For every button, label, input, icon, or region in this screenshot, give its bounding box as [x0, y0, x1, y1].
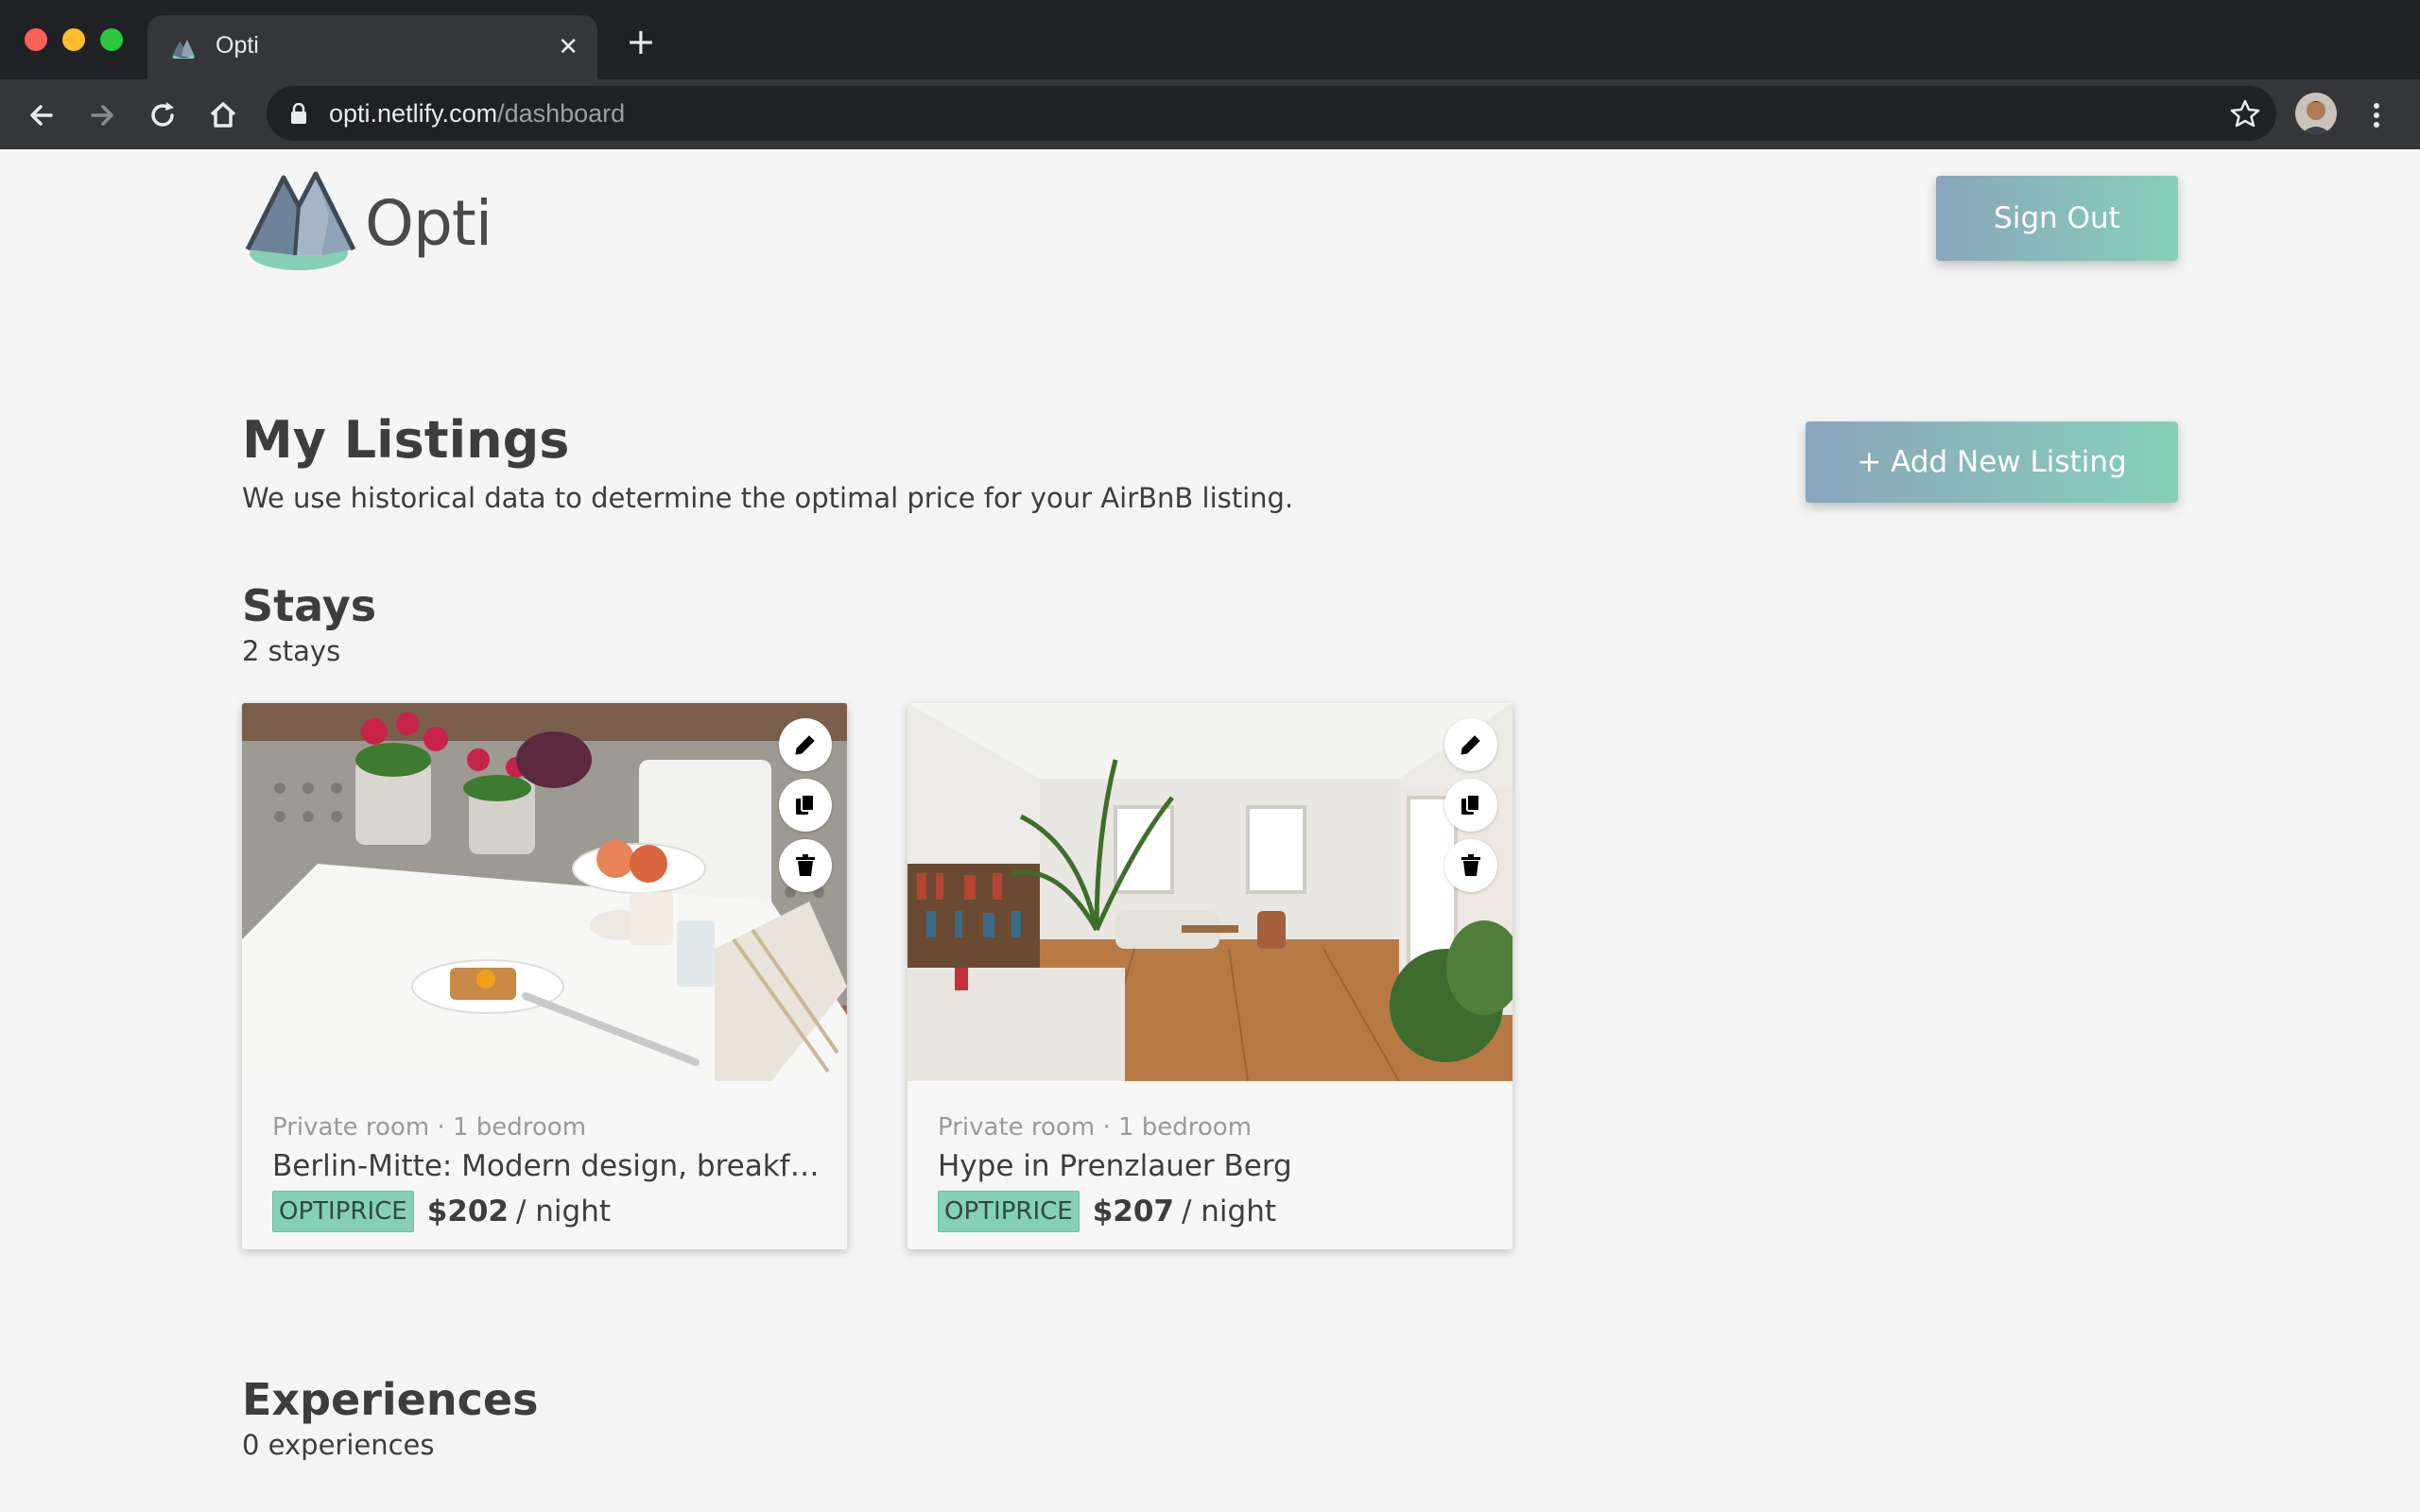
browser-toolbar: opti.netlify.com/dashboard [0, 79, 2420, 149]
stays-heading: Stays [242, 580, 377, 631]
add-new-listing-button[interactable]: + Add New Listing [1806, 421, 2178, 503]
copy-button[interactable] [779, 779, 832, 832]
browser-chrome: Opti ✕ + opti.netlify.com/dashboard [0, 0, 2420, 149]
back-icon[interactable] [23, 96, 60, 134]
copy-icon [1461, 794, 1480, 815]
mountain-icon [172, 40, 195, 59]
listing-meta: Private room · 1 bedroom [938, 1113, 1253, 1142]
price-unit: / night [1181, 1194, 1277, 1228]
stays-count: 2 stays [242, 635, 341, 667]
sign-out-button[interactable]: Sign Out [1936, 176, 2178, 261]
copy-icon [796, 794, 815, 815]
forward-icon[interactable] [83, 96, 121, 134]
listing-price-row: OPTIPRICE $207/ night [938, 1191, 1276, 1232]
listing-title[interactable]: Berlin-Mitte: Modern design, breakfa... [272, 1149, 821, 1183]
new-tab-button[interactable]: + [626, 24, 656, 60]
optiprice-badge: OPTIPRICE [272, 1191, 414, 1232]
page-content: Opti Sign Out My Listings We use histori… [0, 149, 2420, 1512]
home-icon[interactable] [204, 96, 242, 134]
experiences-heading: Experiences [242, 1374, 539, 1425]
delete-button[interactable] [1444, 839, 1497, 892]
mountain-logo-icon [245, 171, 356, 270]
url-host: opti.netlify.com [329, 99, 498, 128]
tab-title: Opti [216, 32, 259, 59]
listing-meta: Private room · 1 bedroom [272, 1113, 587, 1142]
minimize-window-button[interactable] [62, 28, 85, 51]
delete-icon [796, 854, 815, 876]
copy-button[interactable] [1444, 779, 1497, 832]
edit-button[interactable] [779, 718, 832, 771]
listing-price: $207 [1092, 1194, 1174, 1228]
close-tab-icon[interactable]: ✕ [558, 32, 579, 62]
tab-opti[interactable]: Opti ✕ [147, 15, 597, 79]
reload-icon[interactable] [144, 96, 182, 134]
address-bar[interactable]: opti.netlify.com/dashboard [267, 86, 2276, 141]
card-actions [1444, 718, 1497, 900]
edit-button[interactable] [1444, 718, 1497, 771]
edit-icon [1461, 735, 1480, 755]
price-unit: / night [515, 1194, 612, 1228]
url-path: /dashboard [497, 99, 626, 128]
kebab-icon[interactable] [2367, 96, 2386, 134]
experiences-count: 0 experiences [242, 1429, 435, 1461]
delete-icon [1461, 854, 1480, 876]
listing-photo-living-room [908, 703, 1512, 1081]
optiprice-badge: OPTIPRICE [938, 1191, 1080, 1232]
maximize-window-button[interactable] [100, 28, 123, 51]
page-subtitle: We use historical data to determine the … [242, 482, 1294, 514]
close-window-button[interactable] [25, 28, 47, 51]
star-icon[interactable] [2229, 97, 2261, 129]
listing-price-row: OPTIPRICE $202/ night [272, 1191, 611, 1232]
listing-photo-balcony-breakfast [242, 703, 847, 1081]
url-text: opti.netlify.com/dashboard [329, 99, 625, 129]
opti-logo[interactable]: Opti [242, 168, 507, 272]
card-actions [779, 718, 832, 900]
edit-icon [795, 735, 815, 755]
logo-text: Opti [365, 187, 493, 260]
avatar-icon [2295, 93, 2337, 134]
listing-title[interactable]: Hype in Prenzlauer Berg [938, 1149, 1486, 1183]
page-title: My Listings [242, 410, 570, 470]
lock-icon [291, 103, 306, 124]
listing-card[interactable]: Private room · 1 bedroom Berlin-Mitte: M… [242, 703, 847, 1249]
profile-avatar[interactable] [2295, 93, 2337, 134]
listing-card[interactable]: Private room · 1 bedroom Hype in Prenzla… [908, 703, 1512, 1249]
delete-button[interactable] [779, 839, 832, 892]
tab-strip: Opti ✕ + [0, 0, 2420, 79]
listing-price: $202 [426, 1194, 509, 1228]
